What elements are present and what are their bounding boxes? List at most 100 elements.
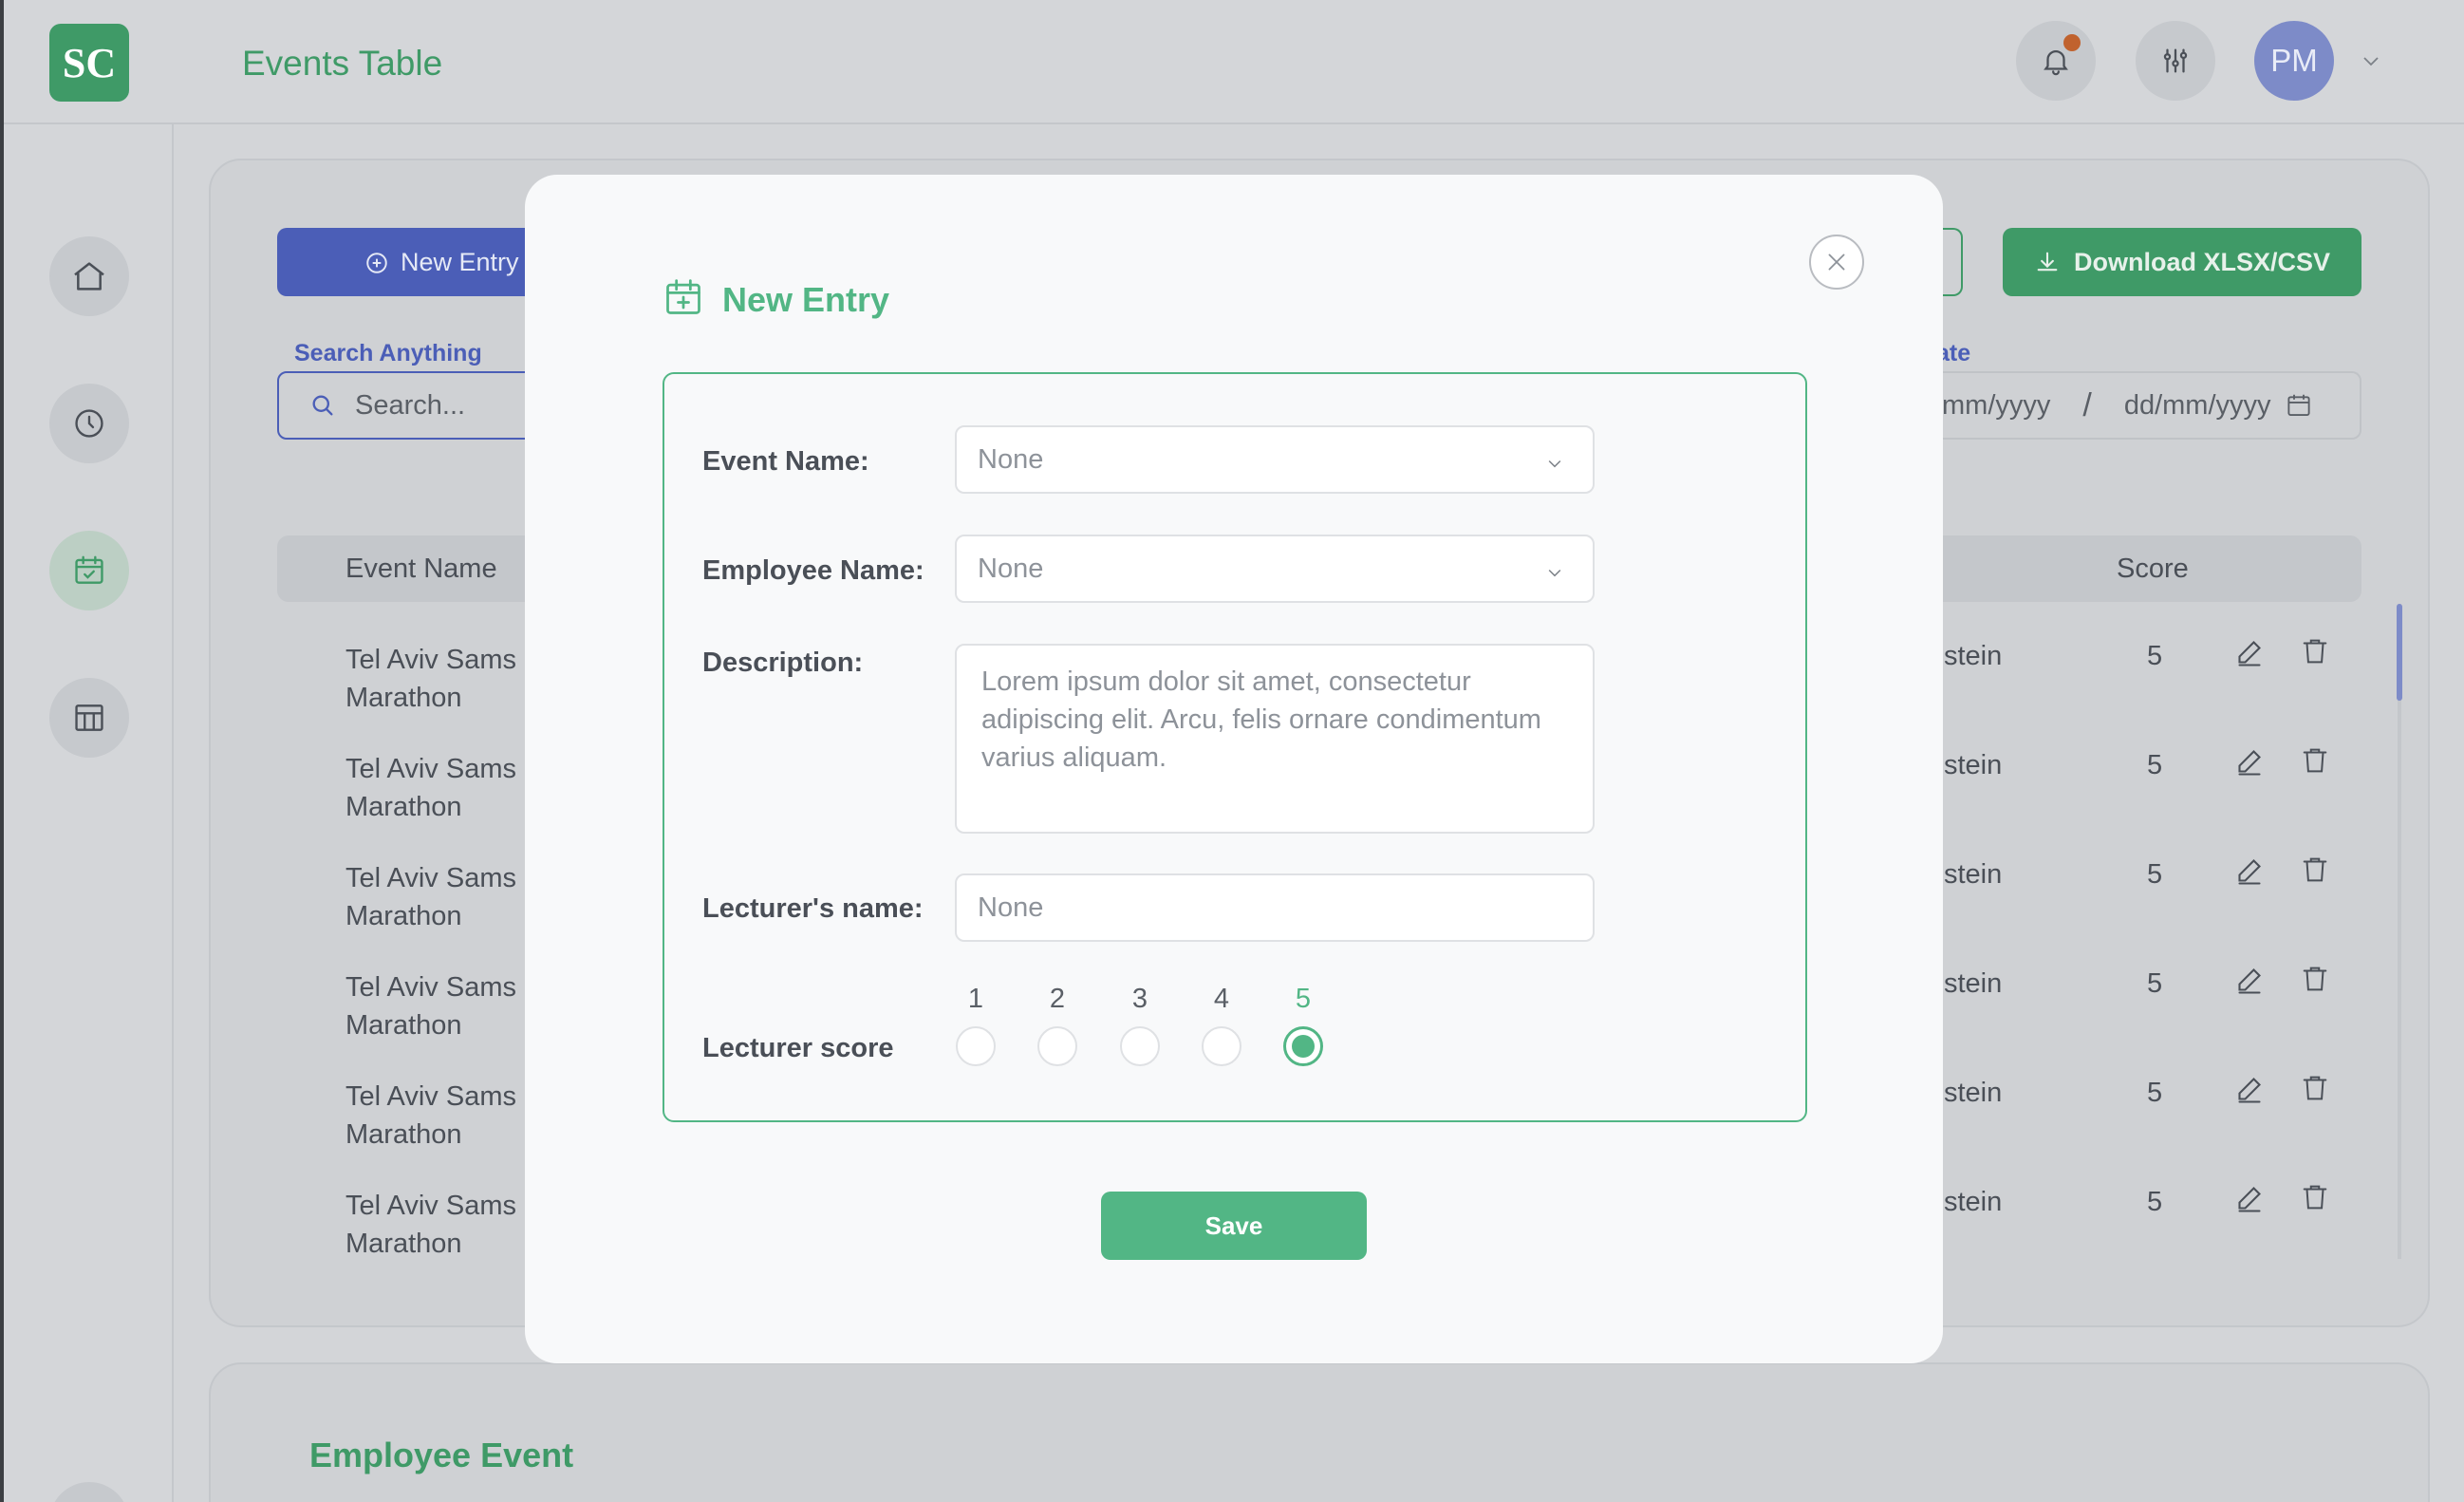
- notification-dot: [2063, 34, 2081, 51]
- score-option-label: 5: [1295, 984, 1312, 1014]
- download-label: Download XLSX/CSV: [2073, 247, 2331, 276]
- edit-icon[interactable]: [2232, 744, 2267, 779]
- search-label: Search Anything: [294, 340, 482, 366]
- score-cell: 5: [2147, 750, 2163, 780]
- event-name-label: Event Name:: [702, 446, 869, 477]
- employee-name-select[interactable]: None: [955, 535, 1595, 603]
- column-header-score: Score: [2117, 554, 2189, 584]
- sidebar-item-history[interactable]: [49, 384, 129, 463]
- trash-icon[interactable]: [2299, 854, 2331, 886]
- employee-cell: stein: [1944, 859, 2003, 890]
- sliders-icon: [2163, 48, 2188, 73]
- app-logo: SC: [49, 24, 129, 102]
- score-radio[interactable]: [1202, 1026, 1241, 1066]
- sidebar-item-events[interactable]: [49, 531, 129, 610]
- sidebar-item-home[interactable]: [49, 236, 129, 316]
- score-option-5[interactable]: 5: [1282, 984, 1324, 1066]
- filters-button[interactable]: [2136, 21, 2215, 101]
- edit-icon[interactable]: [2232, 1072, 2267, 1106]
- trash-icon[interactable]: [2299, 1072, 2331, 1104]
- entry-form: Event Name: None Employee Name: None Des…: [663, 372, 1807, 1122]
- lecturer-score-label: Lecturer score: [702, 1033, 894, 1063]
- employee-cell: stein: [1944, 968, 2003, 999]
- score-option-label: 3: [1131, 984, 1148, 1014]
- score-radio[interactable]: [956, 1026, 996, 1066]
- employee-cell: stein: [1944, 1078, 2003, 1108]
- chevron-down-icon[interactable]: [2360, 49, 2382, 72]
- new-entry-modal: New Entry Event Name: None Employee Name…: [525, 175, 1943, 1363]
- score-option-3[interactable]: 3: [1119, 984, 1161, 1066]
- score-radio-selected[interactable]: [1283, 1026, 1323, 1066]
- employee-name-label: Employee Name:: [702, 555, 924, 586]
- score-radio[interactable]: [1120, 1026, 1160, 1066]
- top-bar: SC Events Table PM: [0, 0, 2464, 124]
- score-option-label: 1: [967, 984, 984, 1014]
- score-option-4[interactable]: 4: [1201, 984, 1242, 1066]
- score-cell: 5: [2147, 641, 2163, 671]
- employee-name-value: None: [978, 553, 1044, 584]
- trash-icon[interactable]: [2299, 744, 2331, 777]
- event-name-value: None: [978, 443, 1044, 475]
- event-name-select[interactable]: None: [955, 425, 1595, 494]
- score-cell: 5: [2147, 1187, 2163, 1217]
- edit-icon[interactable]: [2232, 854, 2267, 888]
- table-scrollbar-thumb[interactable]: [2397, 604, 2402, 701]
- date-separator: /: [2082, 386, 2092, 423]
- close-button[interactable]: [1809, 235, 1864, 290]
- employee-cell: stein: [1944, 641, 2003, 671]
- modal-title: New Entry: [722, 280, 890, 319]
- score-radio[interactable]: [1037, 1026, 1077, 1066]
- description-textarea[interactable]: Lorem ipsum dolor sit amet, consectetur …: [955, 644, 1595, 834]
- column-header-event-name: Event Name: [345, 554, 497, 584]
- score-cell: 5: [2147, 1078, 2163, 1108]
- score-option-2[interactable]: 2: [1036, 984, 1078, 1066]
- trash-icon[interactable]: [2299, 635, 2331, 667]
- trash-icon[interactable]: [2299, 963, 2331, 995]
- search-input[interactable]: Search...: [277, 371, 562, 440]
- event-name-cell: Tel Aviv Sams Marathon: [345, 972, 516, 1041]
- score-cell: 5: [2147, 968, 2163, 999]
- search-placeholder: Search...: [355, 389, 466, 421]
- page-title: Events Table: [242, 44, 443, 83]
- trash-icon[interactable]: [2299, 1181, 2331, 1213]
- new-entry-button[interactable]: New Entry: [277, 228, 562, 296]
- employee-cell: stein: [1944, 1187, 2003, 1217]
- new-entry-label: New Entry: [401, 247, 519, 276]
- date-to: dd/mm/yyyy: [2123, 389, 2271, 421]
- lecturer-name-placeholder: None: [978, 892, 1044, 923]
- notifications-button[interactable]: [2016, 21, 2096, 101]
- download-button[interactable]: Download XLSX/CSV: [2003, 228, 2361, 296]
- plus-circle-icon: [366, 253, 387, 273]
- edit-icon[interactable]: [2232, 963, 2267, 997]
- score-option-label: 2: [1049, 984, 1066, 1014]
- logout-button[interactable]: [49, 1482, 129, 1502]
- calendar-icon: [2287, 394, 2310, 416]
- event-name-cell: Tel Aviv Sams Marathon: [345, 754, 516, 822]
- event-name-cell: Tel Aviv Sams Marathon: [345, 1081, 516, 1150]
- clock-icon: [75, 409, 103, 438]
- download-icon: [2037, 252, 2058, 272]
- home-icon: [74, 262, 104, 291]
- date-from: mm/yyyy: [1942, 389, 2051, 421]
- search-icon: [312, 395, 333, 416]
- save-button[interactable]: Save: [1101, 1192, 1367, 1260]
- score-option-label: 4: [1213, 984, 1230, 1014]
- close-icon: [1828, 253, 1845, 271]
- user-avatar[interactable]: PM: [2254, 21, 2334, 101]
- description-placeholder: Lorem ipsum dolor sit amet, consectetur …: [981, 667, 1541, 773]
- chevron-down-icon: [1548, 460, 1561, 468]
- employee-cell: stein: [1944, 750, 2003, 780]
- employee-event-card: [209, 1362, 2430, 1502]
- score-option-1[interactable]: 1: [955, 984, 997, 1066]
- event-name-cell: Tel Aviv Sams Marathon: [345, 863, 516, 931]
- section-title-employee-event: Employee Event: [309, 1436, 574, 1474]
- edit-icon[interactable]: [2232, 1181, 2267, 1215]
- calendar-check-icon: [75, 555, 103, 584]
- description-label: Description:: [702, 648, 864, 678]
- table-scrollbar-track[interactable]: [2398, 604, 2401, 1259]
- lecturer-name-input[interactable]: None: [955, 873, 1595, 942]
- edit-icon[interactable]: [2232, 635, 2267, 669]
- chevron-down-icon: [1548, 569, 1561, 577]
- date-range-input[interactable]: mm/yyyy / dd/mm/yyyy: [1927, 371, 2361, 440]
- lecturer-name-label: Lecturer's name:: [702, 893, 924, 924]
